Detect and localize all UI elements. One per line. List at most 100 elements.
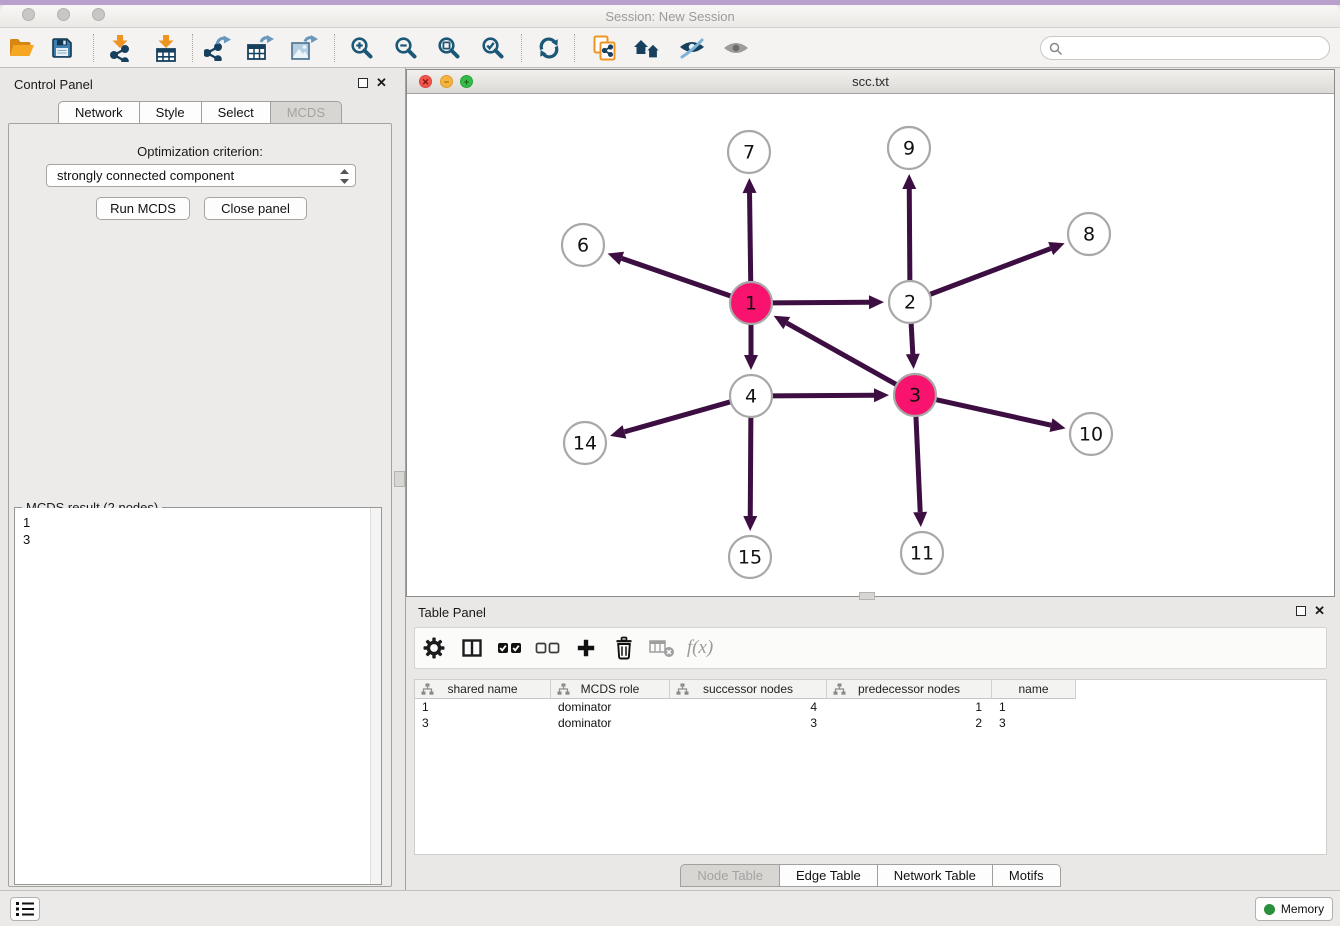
tab-style[interactable]: Style <box>140 101 202 124</box>
hide-graphics-details-button[interactable] <box>674 31 710 65</box>
splitter-handle[interactable] <box>394 471 405 487</box>
table-settings-button[interactable] <box>415 630 453 666</box>
content-area: Control Panel ✕ Network Style Select MCD… <box>0 68 1340 890</box>
column-header-successor-nodes[interactable]: successor nodes <box>670 680 827 699</box>
table-row[interactable]: 3 dominator 3 2 3 <box>415 715 1326 731</box>
apply-layout-button[interactable] <box>531 31 567 65</box>
run-mcds-button[interactable]: Run MCDS <box>96 197 190 220</box>
tab-network-table[interactable]: Network Table <box>878 864 993 887</box>
delete-columns-button[interactable] <box>605 630 643 666</box>
graph-edge-1-7[interactable] <box>743 178 757 283</box>
graph-node-2[interactable]: 2 <box>889 281 931 323</box>
column-header-shared-name[interactable]: shared name <box>415 680 551 699</box>
cell-mcds-role[interactable]: dominator <box>551 715 670 731</box>
export-image-button[interactable] <box>287 31 323 65</box>
fx-icon: f(x) <box>687 637 713 659</box>
result-scrollbar[interactable] <box>370 508 381 884</box>
svg-text:7: 7 <box>743 142 755 164</box>
graph-edge-4-15[interactable] <box>743 416 757 531</box>
zoom-in-button[interactable] <box>344 31 380 65</box>
graph-edge-1-4[interactable] <box>744 323 758 370</box>
cell-name[interactable]: 3 <box>992 715 1076 731</box>
close-panel-icon[interactable]: ✕ <box>376 77 387 89</box>
cell-name[interactable]: 1 <box>992 699 1076 715</box>
select-all-rows-button[interactable] <box>491 630 529 666</box>
graph-node-9[interactable]: 9 <box>888 127 930 169</box>
zoom-selected-button[interactable] <box>475 31 511 65</box>
search-input[interactable] <box>1069 38 1319 58</box>
table-panel-window-buttons: ✕ <box>1296 605 1325 617</box>
graph-node-15[interactable]: 15 <box>729 536 771 578</box>
graph-edge-4-3[interactable] <box>771 388 889 402</box>
cell-mcds-role[interactable]: dominator <box>551 699 670 715</box>
graph-node-14[interactable]: 14 <box>564 422 606 464</box>
zoom-fit-button[interactable] <box>431 31 467 65</box>
export-network-icon <box>204 35 232 61</box>
memory-status-icon <box>1264 904 1275 915</box>
close-panel-button[interactable]: Close panel <box>204 197 307 220</box>
toolbar-separator <box>93 34 94 62</box>
import-network-button[interactable] <box>102 31 138 65</box>
graph-node-1[interactable]: 1 <box>730 282 772 324</box>
graph-edge-1-2[interactable] <box>771 295 884 309</box>
zoom-out-button[interactable] <box>388 31 424 65</box>
export-network-button[interactable] <box>200 31 236 65</box>
cell-shared-name[interactable]: 1 <box>415 699 551 715</box>
task-history-button[interactable] <box>10 897 40 921</box>
float-table-panel-icon[interactable] <box>1296 606 1306 616</box>
import-table-button[interactable] <box>148 31 184 65</box>
graph-node-11[interactable]: 11 <box>901 532 943 574</box>
duplicate-network-button[interactable] <box>586 31 622 65</box>
optimization-criterion-dropdown[interactable]: strongly connected component <box>46 164 356 187</box>
toggle-column-panel-button[interactable] <box>453 630 491 666</box>
graph-node-8[interactable]: 8 <box>1068 213 1110 255</box>
graph-edge-3-10[interactable] <box>935 399 1066 432</box>
save-session-button[interactable] <box>44 31 80 65</box>
column-header-predecessor-nodes[interactable]: predecessor nodes <box>827 680 992 699</box>
column-header-mcds-role[interactable]: MCDS role <box>551 680 670 699</box>
create-column-button[interactable] <box>567 630 605 666</box>
graph-edge-3-1[interactable] <box>774 316 898 385</box>
show-network-overview-button[interactable] <box>630 31 666 65</box>
tab-select[interactable]: Select <box>202 101 271 124</box>
network-graph[interactable]: 7 9 6 8 1 2 4 3 14 10 15 11 <box>407 94 1334 596</box>
tab-edge-table[interactable]: Edge Table <box>780 864 878 887</box>
graph-edge-2-3[interactable] <box>906 322 920 369</box>
tab-node-table[interactable]: Node Table <box>680 864 780 887</box>
graph-edge-3-11[interactable] <box>913 415 927 527</box>
toolbar-separator <box>334 34 335 62</box>
tab-motifs[interactable]: Motifs <box>993 864 1061 887</box>
graph-edge-1-6[interactable] <box>608 252 733 297</box>
column-type-icon <box>833 683 846 695</box>
graph-node-6[interactable]: 6 <box>562 224 604 266</box>
float-panel-icon[interactable] <box>358 78 368 88</box>
close-table-panel-icon[interactable]: ✕ <box>1314 605 1325 617</box>
deselect-all-rows-button[interactable] <box>529 630 567 666</box>
table-row[interactable]: 1 dominator 4 1 1 <box>415 699 1326 715</box>
toolbar-separator <box>192 34 193 62</box>
cell-predecessor-nodes[interactable]: 1 <box>827 699 992 715</box>
export-table-button[interactable] <box>243 31 279 65</box>
graph-node-10[interactable]: 10 <box>1070 413 1112 455</box>
eye-icon <box>723 39 749 57</box>
memory-button[interactable]: Memory <box>1255 897 1333 921</box>
open-session-button[interactable] <box>4 31 40 65</box>
function-builder-button[interactable]: f(x) <box>681 630 719 666</box>
show-graphics-details-button[interactable] <box>718 31 754 65</box>
cell-predecessor-nodes[interactable]: 2 <box>827 715 992 731</box>
tab-network[interactable]: Network <box>58 101 140 124</box>
column-header-name[interactable]: name <box>992 680 1076 699</box>
graph-edge-2-9[interactable] <box>902 174 916 282</box>
graph-edge-4-14[interactable] <box>610 401 732 438</box>
network-canvas[interactable]: 7 9 6 8 1 2 4 3 14 10 15 11 <box>407 94 1334 596</box>
delete-table-button[interactable] <box>643 630 681 666</box>
graph-node-3[interactable]: 3 <box>894 374 936 416</box>
graph-node-7[interactable]: 7 <box>728 131 770 173</box>
cell-successor-nodes[interactable]: 4 <box>670 699 827 715</box>
mcds-result-textarea[interactable]: 1 3 <box>15 508 370 884</box>
cell-shared-name[interactable]: 3 <box>415 715 551 731</box>
graph-edge-2-8[interactable] <box>929 242 1065 295</box>
cell-successor-nodes[interactable]: 3 <box>670 715 827 731</box>
tab-mcds[interactable]: MCDS <box>271 101 342 124</box>
graph-node-4[interactable]: 4 <box>730 375 772 417</box>
